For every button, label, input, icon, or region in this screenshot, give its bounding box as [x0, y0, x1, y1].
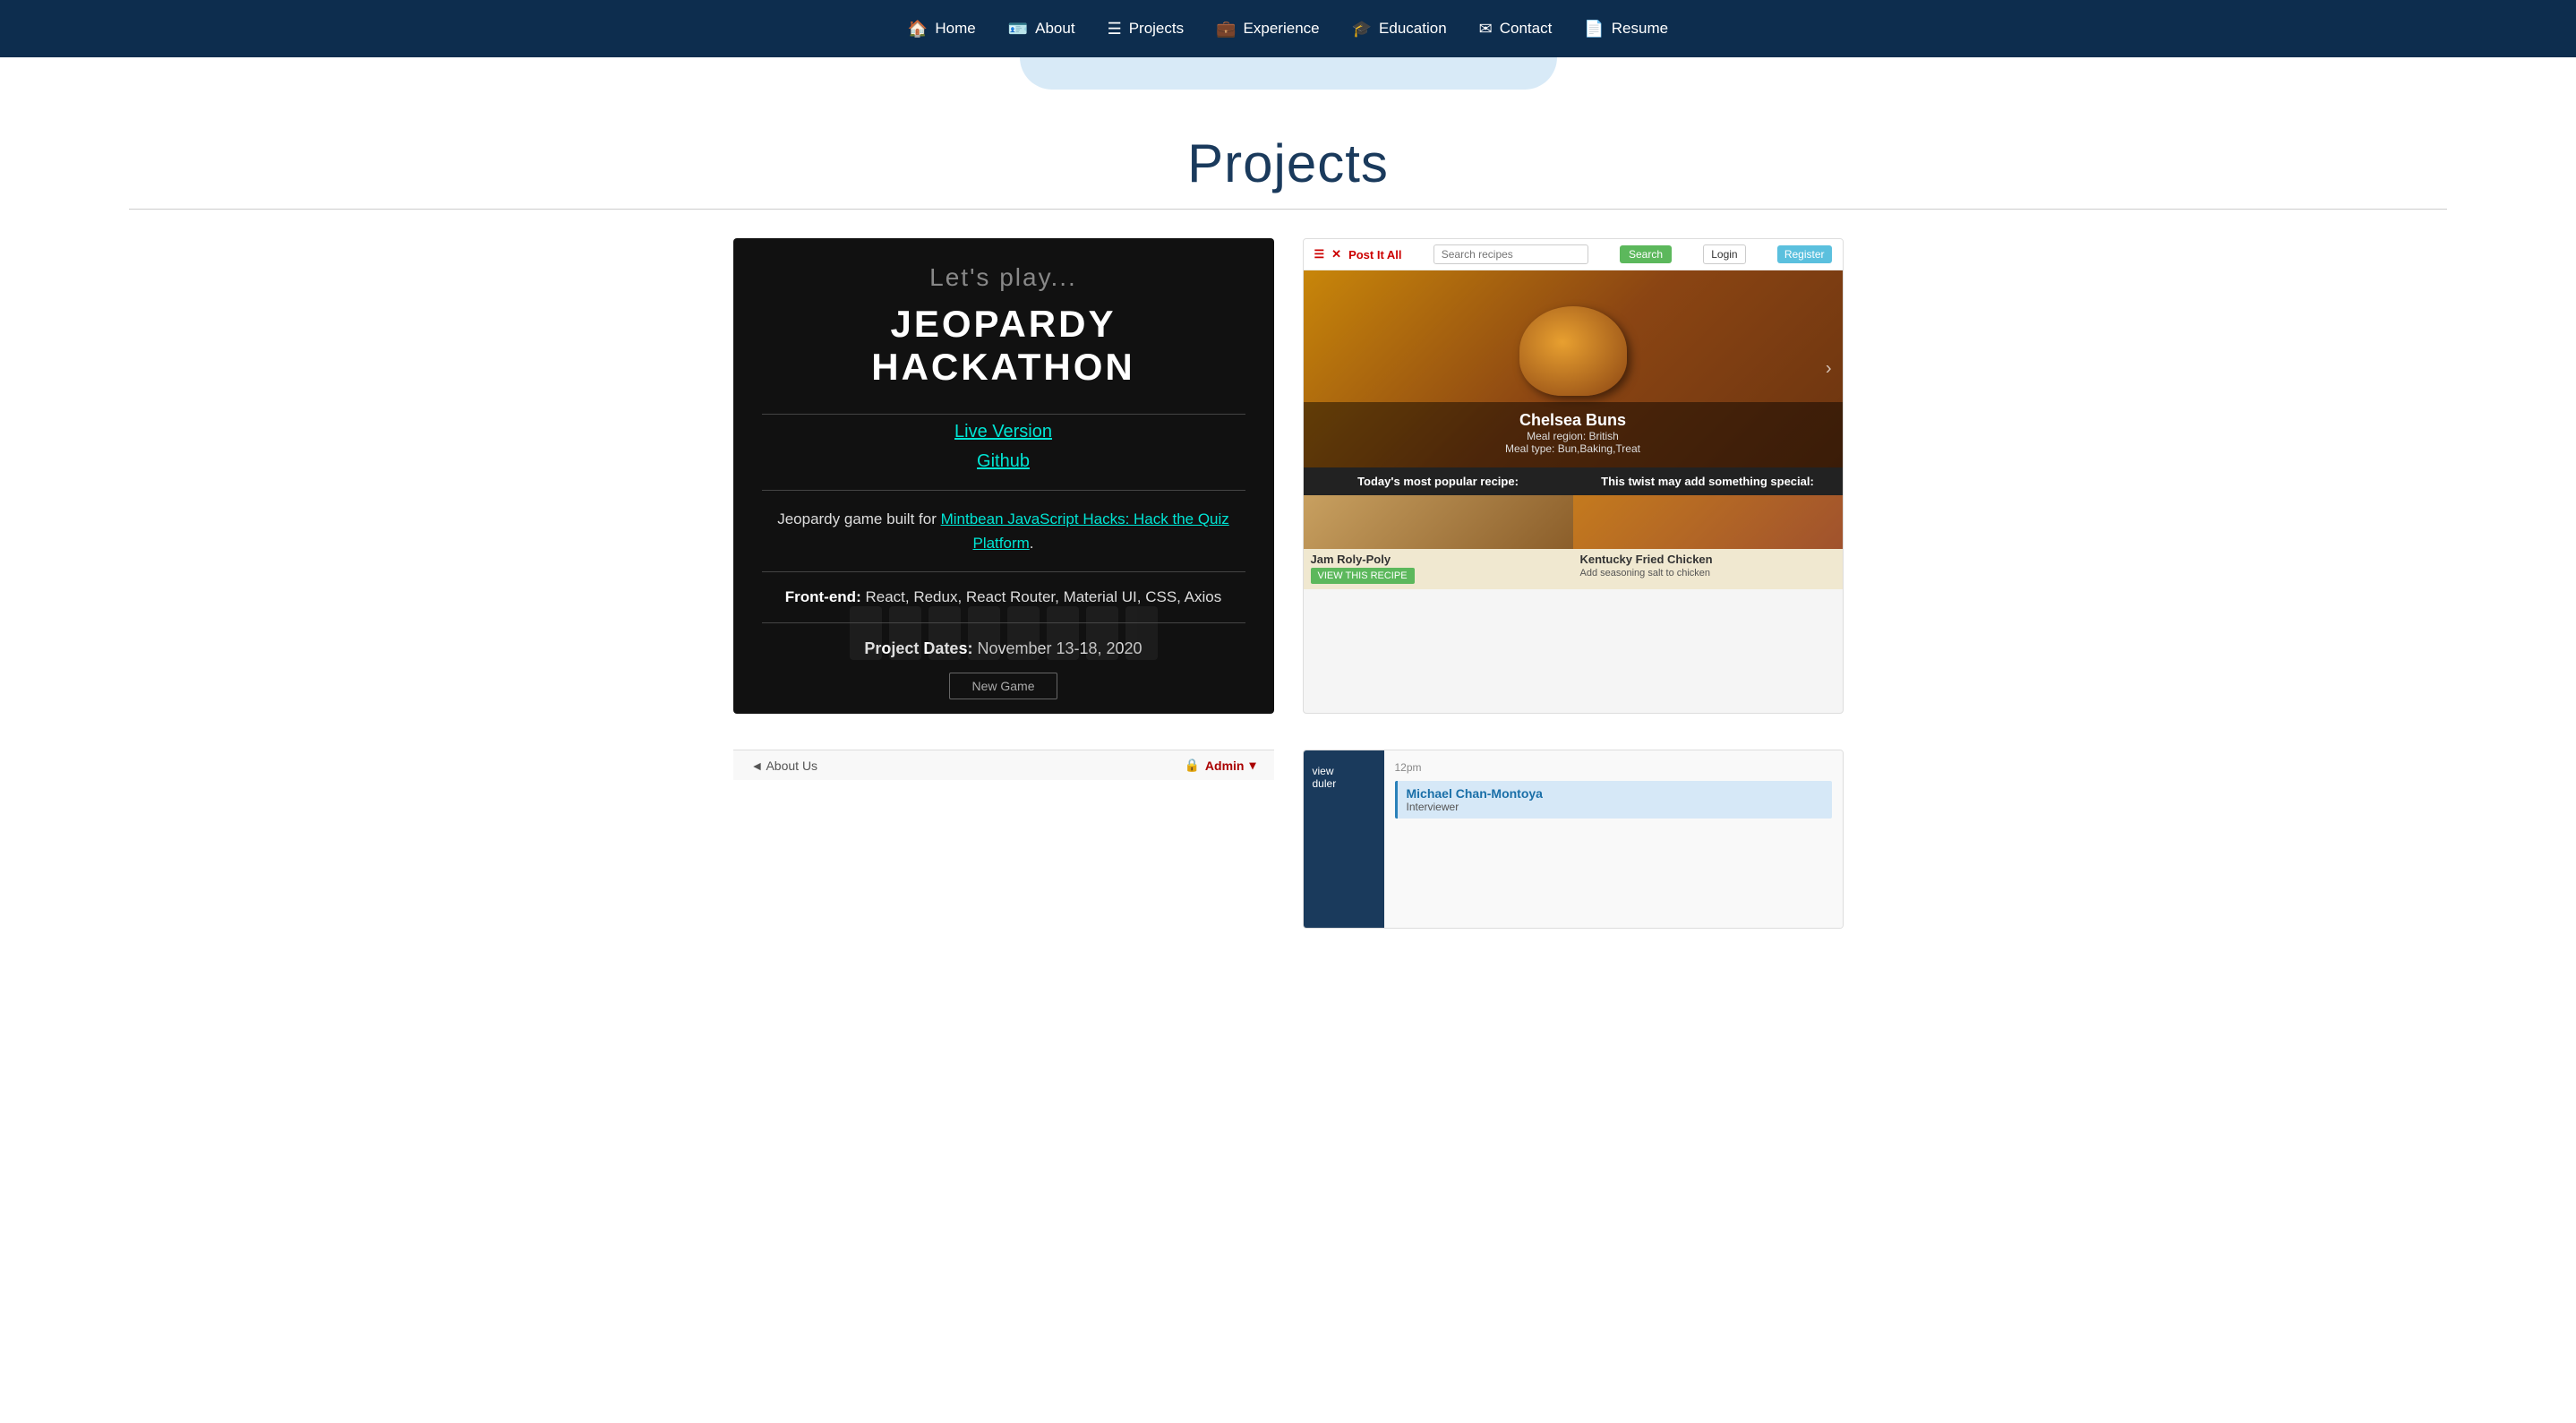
thumb2-sub: Add seasoning salt to chicken [1573, 568, 1843, 582]
live-version-link[interactable]: Live Version [954, 422, 1052, 442]
brand-name: Post It All [1348, 248, 1401, 261]
recipe-hero-sub1: Meal region: British [1311, 430, 1836, 442]
scheduler-container: view duler 12pm Michael Chan-Montoya Int… [1303, 750, 1844, 929]
view-recipe-button-1[interactable]: VIEW THIS RECIPE [1311, 568, 1415, 584]
card-divider-2 [762, 490, 1245, 491]
dates-value: November 13-18, 2020 [972, 639, 1142, 657]
hamburger-icon: ☰ [1314, 247, 1325, 261]
recipe-thumbnails: Jam Roly-Poly VIEW THIS RECIPE Kentucky … [1304, 495, 1843, 589]
nav-projects[interactable]: ☰ Projects [1108, 20, 1185, 39]
recipe-brand: ☰ ✕ Post It All [1314, 247, 1402, 261]
dropdown-icon: ▾ [1249, 758, 1255, 773]
thumb1-name: Jam Roly-Poly [1304, 549, 1573, 568]
nav-resume-label: Resume [1612, 20, 1668, 38]
about-bar-container: ◄ About Us 🔒 Admin ▾ [733, 750, 1274, 929]
admin-label: Admin [1205, 759, 1245, 773]
nav-experience[interactable]: 💼 Experience [1216, 20, 1319, 39]
scheduler-project-card: view duler 12pm Michael Chan-Montoya Int… [1303, 750, 1844, 929]
navigation: 🏠 Home 🪪 About ☰ Projects 💼 Experience 🎓… [0, 0, 2576, 57]
popular-recipe-label: Today's most popular recipe: [1304, 467, 1573, 495]
lock-icon: 🔒 [1184, 758, 1199, 773]
section-divider [129, 209, 2447, 210]
page-title: Projects [0, 133, 2576, 194]
nav-resume[interactable]: 📄 Resume [1584, 20, 1668, 39]
bottom-row: ◄ About Us 🔒 Admin ▾ view duler 12pm Mic… [662, 750, 1915, 964]
card-divider-3 [762, 571, 1245, 572]
twist-recipe-label: This twist may add something special: [1573, 467, 1843, 495]
project-description: Jeopardy game built for Mintbean JavaScr… [762, 507, 1245, 555]
event-role: Interviewer [1407, 801, 1823, 813]
education-icon: 🎓 [1352, 20, 1372, 39]
tech-label: Front-end: [785, 588, 861, 605]
scheduler-time: 12pm [1395, 761, 1832, 774]
carousel-next-icon[interactable]: › [1826, 359, 1832, 380]
tech-stack: Front-end: React, Redux, React Router, M… [762, 588, 1245, 606]
recipe-login-button[interactable]: Login [1703, 244, 1745, 264]
tech-value: React, Redux, React Router, Material UI,… [861, 588, 1222, 605]
recipe-project-card: ☰ ✕ Post It All Search Login Register Ch… [1303, 238, 1844, 714]
thumb1-image [1304, 495, 1573, 549]
new-game-button[interactable]: New Game [949, 673, 1057, 699]
projects-grid: Let's play... JEOPARDY HACKATHON Live Ve… [662, 238, 1915, 750]
thumb2-image [1573, 495, 1843, 549]
hero-hint [1020, 57, 1557, 90]
game-title: JEOPARDY HACKATHON [762, 303, 1245, 389]
about-us-link[interactable]: ◄ About Us [751, 759, 818, 773]
scheduler-sidebar: view duler [1304, 750, 1384, 928]
desc-prefix: Jeopardy game built for [777, 510, 940, 527]
nav-about-label: About [1035, 20, 1074, 38]
recipe-thumb-1: Jam Roly-Poly VIEW THIS RECIPE [1304, 495, 1573, 589]
about-icon: 🪪 [1008, 20, 1028, 39]
nav-education-label: Education [1379, 20, 1447, 38]
nav-contact-label: Contact [1500, 20, 1553, 38]
dates-label: Project Dates: [864, 639, 972, 657]
recipe-search-button[interactable]: Search [1620, 245, 1672, 263]
recipe-search-input[interactable] [1433, 244, 1588, 264]
nav-contact[interactable]: ✉ Contact [1479, 20, 1553, 39]
recipe-header: ☰ ✕ Post It All Search Login Register [1304, 239, 1843, 270]
project-links: Live Version Github [762, 422, 1245, 472]
sidebar-text-view: view [1313, 765, 1375, 777]
sidebar-text-duler: duler [1313, 777, 1375, 790]
scheduler-event: Michael Chan-Montoya Interviewer [1395, 781, 1832, 819]
thumb2-name: Kentucky Fried Chicken [1573, 549, 1843, 568]
experience-icon: 💼 [1216, 20, 1236, 39]
recipe-overlay: Chelsea Buns Meal region: British Meal t… [1304, 402, 1843, 467]
nav-projects-label: Projects [1129, 20, 1184, 38]
resume-icon: 📄 [1584, 20, 1604, 39]
recipe-thumb-2: Kentucky Fried Chicken Add seasoning sal… [1573, 495, 1843, 589]
recipe-hero-sub2: Meal type: Bun,Baking,Treat [1311, 442, 1836, 455]
nav-about[interactable]: 🪪 About [1008, 20, 1075, 39]
desc-suffix: . [1030, 535, 1034, 552]
about-bar: ◄ About Us 🔒 Admin ▾ [733, 750, 1274, 780]
home-icon: 🏠 [908, 20, 928, 39]
nav-education[interactable]: 🎓 Education [1352, 20, 1447, 39]
projects-icon: ☰ [1108, 20, 1122, 39]
lets-play-text: Let's play... [762, 263, 1245, 292]
github-link[interactable]: Github [977, 451, 1030, 472]
contact-icon: ✉ [1479, 20, 1493, 39]
card-divider-4 [762, 622, 1245, 623]
bun-image [1519, 306, 1627, 396]
nav-experience-label: Experience [1244, 20, 1320, 38]
recipe-section-labels: Today's most popular recipe: This twist … [1304, 467, 1843, 495]
nav-home-label: Home [935, 20, 975, 38]
project-dates: Project Dates: November 13-18, 2020 [762, 639, 1245, 658]
event-person-name: Michael Chan-Montoya [1407, 786, 1823, 801]
card-divider-1 [762, 414, 1245, 415]
nav-home[interactable]: 🏠 Home [908, 20, 976, 39]
hackathon-link[interactable]: Mintbean JavaScript Hacks: Hack the Quiz… [941, 510, 1229, 552]
jeopardy-project-card: Let's play... JEOPARDY HACKATHON Live Ve… [733, 238, 1274, 714]
recipe-hero-title: Chelsea Buns [1311, 411, 1836, 430]
scheduler-main: 12pm Michael Chan-Montoya Interviewer [1384, 750, 1843, 928]
recipe-register-button[interactable]: Register [1777, 245, 1832, 263]
admin-badge[interactable]: 🔒 Admin ▾ [1184, 758, 1255, 773]
brand-icon: ✕ [1331, 247, 1341, 261]
recipe-hero-image: Chelsea Buns Meal region: British Meal t… [1304, 270, 1843, 467]
